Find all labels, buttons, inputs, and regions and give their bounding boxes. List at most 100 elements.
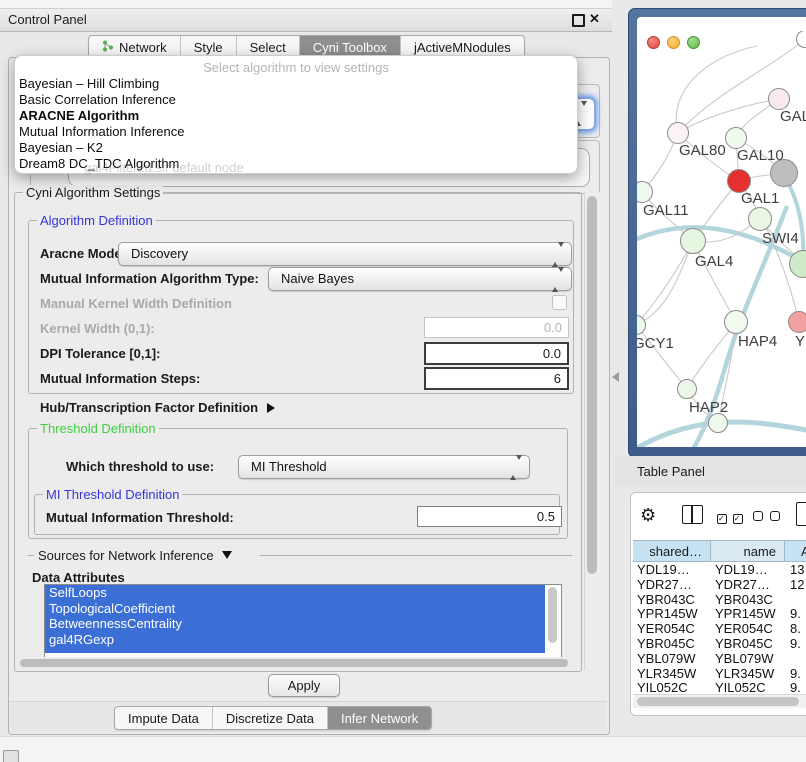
popup-item[interactable]: Bayesian – Hill Climbing <box>15 76 577 92</box>
table-cell: YDR27… <box>637 578 692 593</box>
mi-steps-field[interactable]: 6 <box>424 367 569 390</box>
node-gcy1[interactable] <box>637 315 646 335</box>
node-big-green[interactable] <box>789 250 806 278</box>
attr-item[interactable]: TopologicalCoefficient <box>45 601 545 617</box>
table-cell: YBL079W <box>637 652 696 667</box>
column-header-third[interactable]: A <box>785 540 806 562</box>
table-row[interactable]: YBL079WYBL079W <box>633 652 806 667</box>
node-gal7[interactable] <box>768 88 790 110</box>
tab-infer-network-label: Infer Network <box>341 711 418 726</box>
table-horizontal-scrollbar[interactable] <box>633 694 806 708</box>
data-attributes-items: SelfLoopsTopologicalCoefficientBetweenne… <box>45 585 561 647</box>
manual-kernel-width-checkbox[interactable] <box>552 295 567 310</box>
node-gal11-label: GAL11 <box>643 202 689 219</box>
node-swi4-label: SWI4 <box>762 230 799 247</box>
table-row[interactable]: YDL19…YDL19…13 <box>633 563 806 578</box>
float-window-icon[interactable] <box>572 14 585 27</box>
window-corner-icon[interactable] <box>3 750 19 762</box>
hub-definition-label: Hub/Transcription Factor Definition <box>40 400 258 415</box>
table-row[interactable]: YDR27…YDR27…12 <box>633 578 806 593</box>
table-cell: 12 <box>790 578 804 593</box>
node-gal4[interactable] <box>680 228 706 254</box>
table-horizontal-scrollbar-thumb[interactable] <box>637 697 799 706</box>
mi-threshold-field[interactable]: 0.5 <box>417 506 562 527</box>
attr-item[interactable]: BetweennessCentrality <box>45 616 545 632</box>
table-cell: YPR145W <box>637 607 698 622</box>
network-combobox-value: gal4Filtered.sif default node <box>84 160 244 175</box>
node-hap4-label: HAP4 <box>738 333 777 350</box>
settings-horizontal-scrollbar-thumb[interactable] <box>20 659 568 667</box>
attr-item[interactable]: gal4RGexp <box>45 632 545 648</box>
page-icon[interactable] <box>796 502 806 526</box>
node-gal10[interactable] <box>725 127 747 149</box>
table-row[interactable]: YLR345WYLR345W9. <box>633 667 806 682</box>
node-salmon[interactable] <box>788 311 806 333</box>
table-row[interactable]: YER054C YER054C 8. <box>633 622 806 637</box>
dpi-tolerance-value: 0.0 <box>543 346 561 361</box>
node-gal11[interactable] <box>637 181 653 203</box>
network-icon <box>102 40 114 55</box>
node-hap4[interactable] <box>724 310 748 334</box>
sources-header[interactable]: Sources for Network Inference <box>28 548 572 562</box>
network-nodes: GAL7GAL80GAL10GAL1GAL11SWI4GAL4GCY1HAP4Y… <box>637 31 806 447</box>
node-partial-top[interactable] <box>796 31 806 48</box>
column-header-shared[interactable]: shared… <box>633 540 711 562</box>
popup-item[interactable]: ARACNE Algorithm <box>15 108 577 124</box>
table-cell: YER054C <box>637 622 695 637</box>
attr-item-partial[interactable] <box>45 647 545 653</box>
table-cell: YBR045C <box>637 637 695 652</box>
table-row[interactable]: YBR043C YBR043C <box>633 593 806 608</box>
settings-vertical-scrollbar-thumb[interactable] <box>587 196 597 574</box>
tab-discretize-data[interactable]: Discretize Data <box>213 707 328 729</box>
node-gray[interactable] <box>770 159 798 187</box>
threshold-definition-title: Threshold Definition <box>37 421 159 436</box>
bottom-tabbar: Impute Data Discretize Data Infer Networ… <box>114 706 432 730</box>
node-hap2[interactable] <box>677 379 697 399</box>
sources-title: Sources for Network Inference <box>36 548 234 563</box>
popup-item[interactable]: Basic Correlation Inference <box>15 92 577 108</box>
which-threshold-combobox[interactable]: MI Threshold <box>238 455 530 479</box>
panel-splitter-icon[interactable] <box>612 372 619 382</box>
popup-item[interactable]: Mutual Information Inference <box>15 124 577 140</box>
network-canvas[interactable]: GAL7GAL80GAL10GAL1GAL11SWI4GAL4GCY1HAP4Y… <box>637 31 806 447</box>
kernel-width-value: 0.0 <box>544 320 562 335</box>
node-swi4[interactable] <box>748 207 772 231</box>
table-cell: YBR043C <box>715 593 773 608</box>
dpi-tolerance-field[interactable]: 0.0 <box>424 342 569 365</box>
screen: Control Panel ✕ Network Style Select Cyn… <box>0 0 806 762</box>
node-partial-bottom[interactable] <box>708 413 728 433</box>
gear-icon[interactable]: ⚙ <box>640 505 656 526</box>
table-cell: 8. <box>790 622 801 637</box>
data-attributes-listbox[interactable]: SelfLoopsTopologicalCoefficientBetweenne… <box>44 584 562 658</box>
settings-vertical-scrollbar[interactable] <box>584 192 600 670</box>
cyni-algorithm-settings-title: Cyni Algorithm Settings <box>23 185 163 200</box>
settings-horizontal-scrollbar[interactable] <box>16 657 578 669</box>
table-cell: YPR145W <box>715 607 776 622</box>
table-row[interactable]: YBR045CYBR045C9. <box>633 637 806 652</box>
checked-boxes-icon[interactable]: ✓ ✓ <box>717 509 743 524</box>
popup-item[interactable]: Bayesian – K2 <box>15 140 577 156</box>
hub-definition-toggle[interactable]: Hub/Transcription Factor Definition <box>40 400 275 415</box>
close-icon[interactable]: ✕ <box>589 11 600 27</box>
aracne-mode-combobox[interactable]: Discovery <box>118 242 572 266</box>
table-cell: 9. <box>790 607 801 622</box>
tab-infer-network[interactable]: Infer Network <box>328 707 431 729</box>
tab-impute-data[interactable]: Impute Data <box>115 707 213 729</box>
mi-threshold-label: Mutual Information Threshold: <box>46 510 234 525</box>
mi-algorithm-type-value: Naive Bayes <box>281 271 354 286</box>
kernel-width-field[interactable]: 0.0 <box>424 317 569 338</box>
mi-algorithm-type-label: Mutual Information Algorithm Type: <box>40 271 259 286</box>
apply-button[interactable]: Apply <box>268 674 340 697</box>
expand-right-icon <box>267 403 275 413</box>
list-vertical-scrollbar-thumb[interactable] <box>548 587 557 643</box>
table-cell: YER054C <box>715 622 773 637</box>
column-header-name[interactable]: name <box>711 540 785 562</box>
split-view-icon[interactable] <box>682 505 703 524</box>
mi-algorithm-type-combobox[interactable]: Naive Bayes <box>268 267 572 291</box>
attr-item[interactable]: SelfLoops <box>45 585 545 601</box>
table-row[interactable]: YPR145W YPR145W 9. <box>633 607 806 622</box>
unchecked-boxes-icon[interactable] <box>753 509 780 524</box>
table-cell: YBR043C <box>637 593 695 608</box>
node-gal80[interactable] <box>667 122 689 144</box>
kernel-width-label: Kernel Width (0,1): <box>40 321 155 336</box>
